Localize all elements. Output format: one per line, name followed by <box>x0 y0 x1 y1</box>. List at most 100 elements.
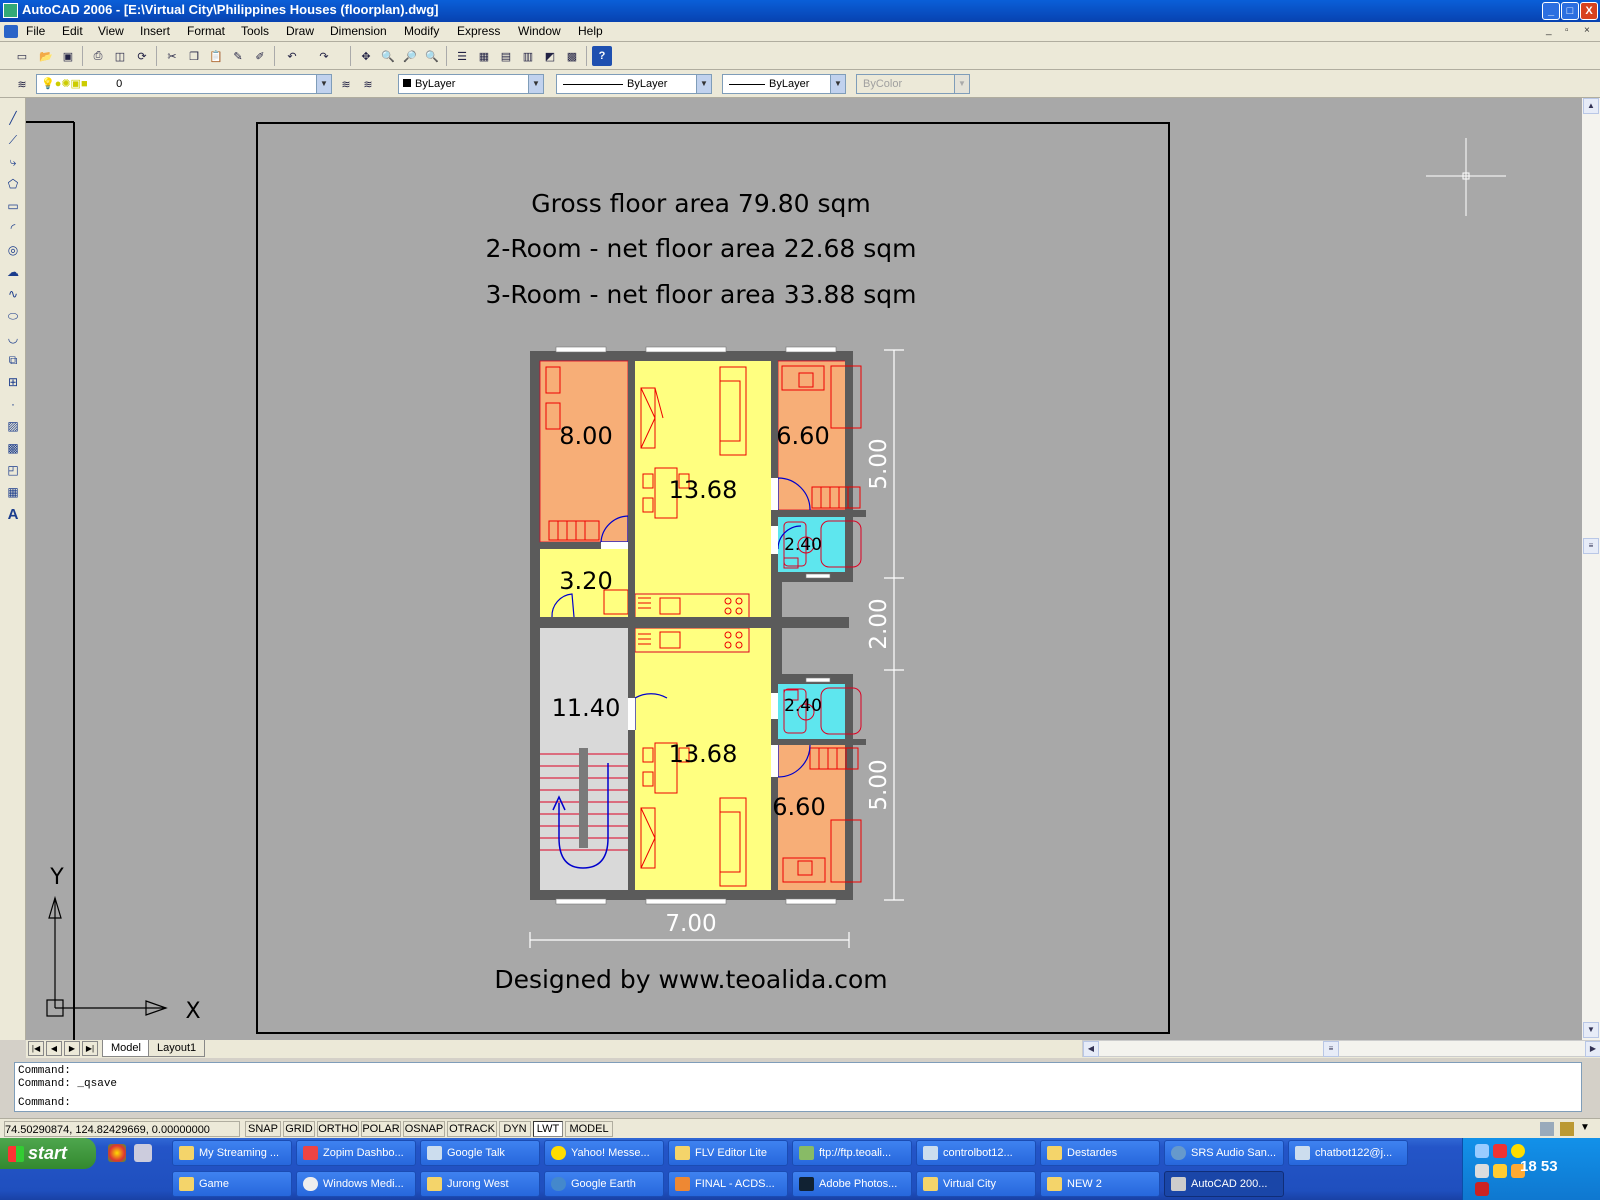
otrack-toggle[interactable]: OTRACK <box>447 1121 497 1137</box>
design-center-icon[interactable]: ▦ <box>474 46 494 66</box>
task-my-streaming[interactable]: My Streaming ... <box>172 1140 292 1166</box>
task-zopim[interactable]: Zopim Dashbo... <box>296 1140 416 1166</box>
menu-window[interactable]: Window <box>518 24 561 38</box>
clock[interactable]: 18 53 <box>1520 1158 1558 1175</box>
layer-manager-icon[interactable]: ≋ <box>12 74 32 94</box>
task-yahoo-messenger[interactable]: Yahoo! Messe... <box>544 1140 664 1166</box>
scroll-down-icon[interactable]: ▼ <box>1583 1022 1599 1038</box>
open-icon[interactable]: 📂 <box>36 46 56 66</box>
region-icon[interactable]: ◰ <box>3 460 23 480</box>
task-new-2[interactable]: NEW 2 <box>1040 1171 1160 1197</box>
task-srs-audio[interactable]: SRS Audio San... <box>1164 1140 1284 1166</box>
menu-dimension[interactable]: Dimension <box>330 24 387 38</box>
paste-icon[interactable]: 📋 <box>206 46 226 66</box>
point-icon[interactable]: · <box>3 394 23 414</box>
save-icon[interactable]: ▣ <box>58 46 78 66</box>
menu-modify[interactable]: Modify <box>404 24 439 38</box>
menu-draw[interactable]: Draw <box>286 24 314 38</box>
comm-center-icon[interactable] <box>1540 1122 1554 1136</box>
rectangle-icon[interactable]: ▭ <box>3 196 23 216</box>
tab-layout1[interactable]: Layout1 <box>148 1040 206 1057</box>
doc-minimize-button[interactable]: _ <box>1546 25 1552 36</box>
construction-line-icon[interactable]: ⟋ <box>3 130 23 150</box>
grid-toggle[interactable]: GRID <box>283 1121 315 1137</box>
task-photoshop[interactable]: Adobe Photos... <box>792 1171 912 1197</box>
messenger-icon[interactable] <box>1511 1144 1525 1158</box>
task-jurong-west[interactable]: Jurong West <box>420 1171 540 1197</box>
task-windows-media[interactable]: Windows Medi... <box>296 1171 416 1197</box>
gmail-icon[interactable] <box>1493 1144 1507 1158</box>
security-icon[interactable] <box>1493 1164 1507 1178</box>
linetype-combo[interactable]: ByLayer ▼ <box>556 74 712 94</box>
scroll-thumb[interactable]: ≡ <box>1583 538 1599 554</box>
new-icon[interactable]: ▭ <box>12 46 32 66</box>
task-google-talk[interactable]: Google Talk <box>420 1140 540 1166</box>
start-button[interactable]: start <box>0 1138 96 1169</box>
horizontal-scrollbar[interactable]: ◀ ≡ ▶ <box>1082 1040 1600 1057</box>
dyn-toggle[interactable]: DYN <box>499 1121 531 1137</box>
menu-edit[interactable]: Edit <box>62 24 83 38</box>
task-google-earth[interactable]: Google Earth <box>544 1171 664 1197</box>
status-menu-icon[interactable]: ▼ <box>1580 1122 1590 1133</box>
polyline-icon[interactable]: ⤷ <box>3 152 23 172</box>
maximize-button[interactable]: □ <box>1561 2 1579 20</box>
scroll-right-icon[interactable]: ▶ <box>1585 1041 1600 1057</box>
scroll-left-icon[interactable]: ◀ <box>1083 1041 1099 1057</box>
make-object-layer-current-icon[interactable]: ≋ <box>336 74 356 94</box>
menu-tools[interactable]: Tools <box>241 24 269 38</box>
hscroll-thumb[interactable]: ≡ <box>1323 1041 1339 1057</box>
block-editor-icon[interactable]: ✐ <box>250 46 270 66</box>
network-icon[interactable] <box>1475 1144 1489 1158</box>
task-acdsee[interactable]: FINAL - ACDS... <box>668 1171 788 1197</box>
color-combo[interactable]: ByLayer ▼ <box>398 74 544 94</box>
minimize-button[interactable]: _ <box>1542 2 1560 20</box>
doc-close-button[interactable]: × <box>1584 25 1590 36</box>
zoom-window-icon[interactable]: 🔎 <box>400 46 420 66</box>
multiline-text-icon[interactable]: A <box>3 504 23 524</box>
circle-icon[interactable]: ◎ <box>3 240 23 260</box>
document-icon[interactable] <box>4 25 18 38</box>
redo-icon[interactable]: ↷ <box>314 46 334 66</box>
close-button[interactable]: X <box>1580 2 1598 20</box>
help-icon[interactable]: ? <box>592 46 612 66</box>
task-virtual-city[interactable]: Virtual City <box>916 1171 1036 1197</box>
task-autocad[interactable]: AutoCAD 200... <box>1164 1171 1284 1197</box>
zoom-previous-icon[interactable]: 🔍 <box>422 46 442 66</box>
task-destardes[interactable]: Destardes <box>1040 1140 1160 1166</box>
autocad-app-icon[interactable] <box>3 3 18 18</box>
task-chatbot[interactable]: chatbot122@j... <box>1288 1140 1408 1166</box>
model-toggle[interactable]: MODEL <box>565 1121 613 1137</box>
arc-icon[interactable]: ◜ <box>3 218 23 238</box>
ellipse-arc-icon[interactable]: ◡ <box>3 328 23 348</box>
task-flv-editor[interactable]: FLV Editor Lite <box>668 1140 788 1166</box>
make-block-icon[interactable]: ⊞ <box>3 372 23 392</box>
vertical-scrollbar[interactable]: ▲ ≡ ▼ <box>1582 98 1600 1040</box>
gradient-icon[interactable]: ▩ <box>3 438 23 458</box>
chrome-icon[interactable] <box>108 1144 126 1162</box>
show-desktop-icon[interactable] <box>134 1144 152 1162</box>
osnap-toggle[interactable]: OSNAP <box>403 1121 445 1137</box>
last-tab-icon[interactable]: ▶| <box>82 1041 98 1056</box>
hatch-icon[interactable]: ▨ <box>3 416 23 436</box>
command-prompt[interactable]: Command: <box>18 1097 71 1110</box>
menu-insert[interactable]: Insert <box>140 24 170 38</box>
markup-icon[interactable]: ◩ <box>540 46 560 66</box>
polygon-icon[interactable]: ⬠ <box>3 174 23 194</box>
menu-express[interactable]: Express <box>457 24 500 38</box>
tab-model[interactable]: Model <box>102 1040 150 1057</box>
publish-icon[interactable]: ⟳ <box>132 46 152 66</box>
properties-icon[interactable]: ☰ <box>452 46 472 66</box>
doc-restore-button[interactable]: ▫ <box>1565 25 1569 36</box>
insert-block-icon[interactable]: ⧉ <box>3 350 23 370</box>
scroll-up-icon[interactable]: ▲ <box>1583 98 1599 114</box>
menu-view[interactable]: View <box>98 24 124 38</box>
task-ftp[interactable]: ftp://ftp.teoali... <box>792 1140 912 1166</box>
menu-format[interactable]: Format <box>187 24 225 38</box>
ortho-toggle[interactable]: ORTHO <box>317 1121 359 1137</box>
b-app-icon[interactable] <box>1475 1182 1489 1196</box>
plot-preview-icon[interactable]: ◫ <box>110 46 130 66</box>
calculator-icon[interactable]: ▩ <box>562 46 582 66</box>
undo-icon[interactable]: ↶ <box>282 46 302 66</box>
sync-icon[interactable] <box>1475 1164 1489 1178</box>
first-tab-icon[interactable]: |◀ <box>28 1041 44 1056</box>
